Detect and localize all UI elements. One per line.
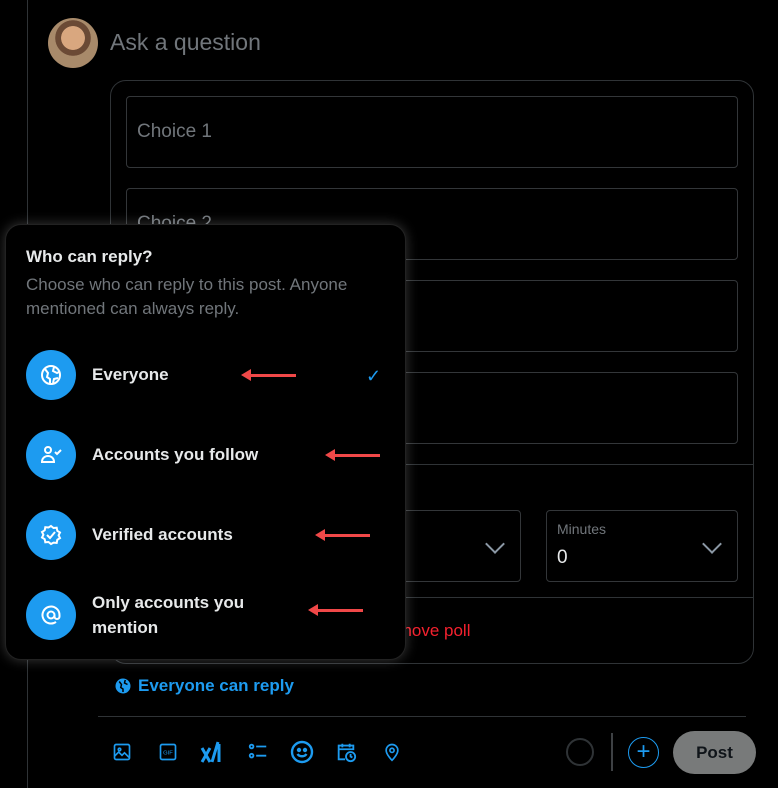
globe-icon xyxy=(26,350,76,400)
globe-icon xyxy=(115,678,131,694)
choice-1-input[interactable]: Choice 1 xyxy=(126,96,738,168)
option-verified-accounts[interactable]: Verified accounts xyxy=(6,510,405,590)
option-only-mentioned[interactable]: Only accounts you mention xyxy=(6,590,405,670)
schedule-icon[interactable] xyxy=(334,740,358,764)
location-icon[interactable] xyxy=(380,740,404,764)
option-label: Accounts you follow xyxy=(92,445,259,464)
option-label: Only accounts you mention xyxy=(92,593,245,637)
avatar[interactable] xyxy=(48,18,98,68)
annotation-arrow xyxy=(241,369,296,381)
plus-icon: + xyxy=(636,738,651,765)
emoji-icon[interactable] xyxy=(290,740,314,764)
at-icon xyxy=(26,590,76,640)
separator xyxy=(611,733,613,771)
minutes-label: Minutes xyxy=(557,521,607,537)
annotation-arrow xyxy=(325,449,380,461)
chevron-down-icon xyxy=(485,534,505,554)
poll-icon[interactable] xyxy=(246,740,270,764)
popup-title: Who can reply? xyxy=(26,247,153,266)
reply-setting-label: Everyone can reply xyxy=(138,676,294,695)
person-check-icon xyxy=(26,430,76,480)
annotation-arrow xyxy=(315,529,370,541)
check-icon: ✓ xyxy=(366,366,382,386)
annotation-arrow xyxy=(308,604,363,616)
image-icon[interactable] xyxy=(110,740,134,764)
who-can-reply-popup: Who can reply? Choose who can reply to t… xyxy=(5,224,406,660)
popup-subtitle: Choose who can reply to this post. Anyon… xyxy=(26,275,348,318)
grok-icon[interactable] xyxy=(199,740,223,764)
minutes-select[interactable]: Minutes 0 xyxy=(546,510,738,582)
gif-icon[interactable]: GIF xyxy=(156,740,180,764)
option-everyone[interactable]: Everyone ✓ xyxy=(6,350,405,430)
verified-badge-icon xyxy=(26,510,76,560)
option-accounts-you-follow[interactable]: Accounts you follow xyxy=(6,430,405,510)
divider xyxy=(98,716,746,717)
minutes-value: 0 xyxy=(557,547,568,568)
character-count-ring xyxy=(566,738,594,766)
option-label: Verified accounts xyxy=(92,525,233,544)
svg-text:GIF: GIF xyxy=(163,751,173,757)
post-button[interactable]: Post xyxy=(673,731,756,774)
reply-setting-button[interactable]: Everyone can reply xyxy=(114,676,294,696)
add-post-button[interactable]: + xyxy=(628,737,659,768)
chevron-down-icon xyxy=(702,534,722,554)
question-input[interactable]: Ask a question xyxy=(110,29,261,56)
